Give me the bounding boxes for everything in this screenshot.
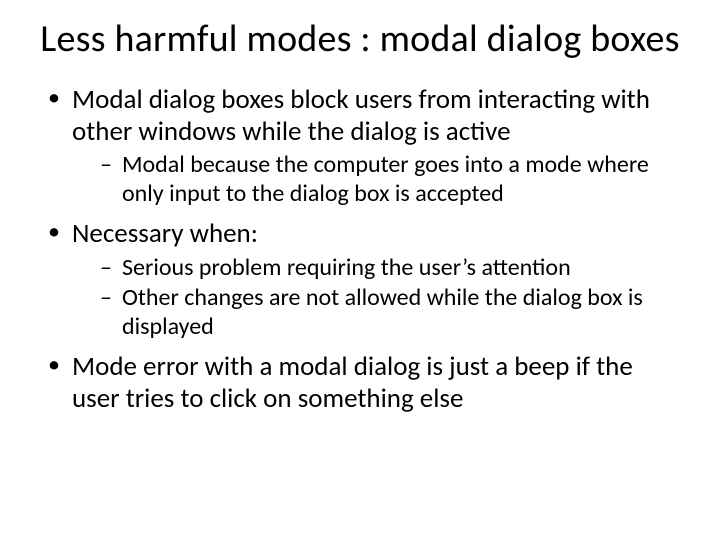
bullet-list: Modal dialog boxes block users from inte… bbox=[40, 84, 680, 415]
bullet-text: Modal dialog boxes block users from inte… bbox=[72, 83, 650, 148]
bullet-text: Other changes are not allowed while the … bbox=[122, 283, 643, 340]
bullet-text: Modal because the computer goes into a m… bbox=[122, 150, 649, 207]
sub-list: Serious problem requiring the user’s att… bbox=[72, 254, 680, 341]
bullet-text: Mode error with a modal dialog is just a… bbox=[72, 350, 633, 415]
list-item: Other changes are not allowed while the … bbox=[98, 284, 680, 341]
slide: Less harmful modes : modal dialog boxes … bbox=[0, 0, 720, 540]
bullet-text: Serious problem requiring the user’s att… bbox=[122, 253, 571, 282]
list-item: Modal dialog boxes block users from inte… bbox=[46, 84, 680, 208]
list-item: Necessary when: Serious problem requirin… bbox=[46, 218, 680, 341]
bullet-text: Necessary when: bbox=[72, 217, 258, 250]
list-item: Serious problem requiring the user’s att… bbox=[98, 254, 680, 282]
list-item: Modal because the computer goes into a m… bbox=[98, 151, 680, 208]
list-item: Mode error with a modal dialog is just a… bbox=[46, 351, 680, 415]
slide-title: Less harmful modes : modal dialog boxes bbox=[40, 18, 680, 62]
sub-list: Modal because the computer goes into a m… bbox=[72, 151, 680, 208]
